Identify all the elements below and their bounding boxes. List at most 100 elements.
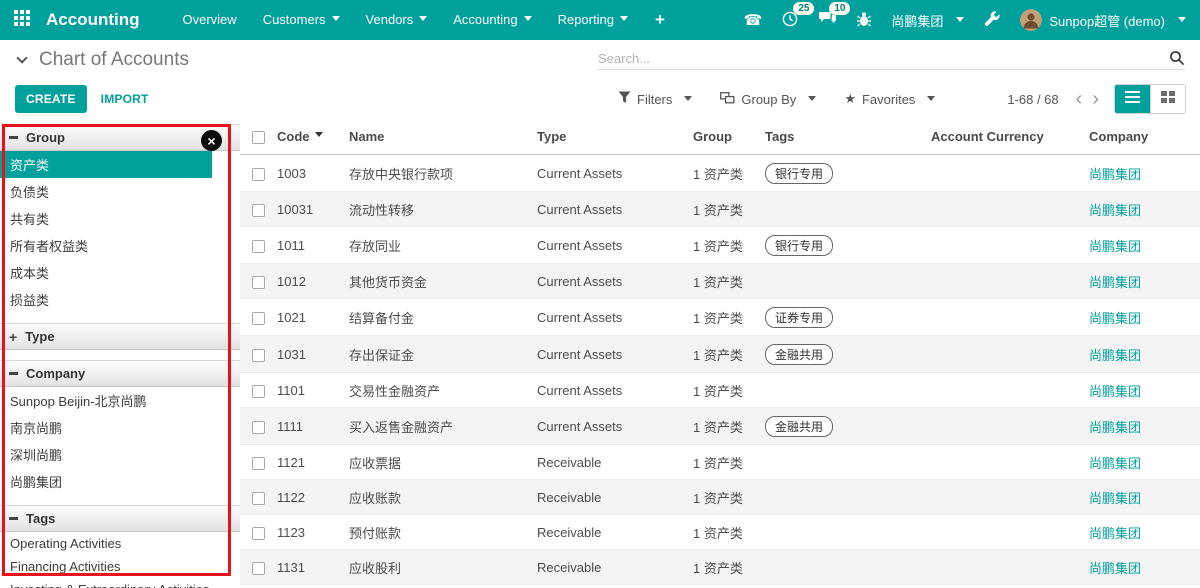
column-header-group[interactable]: Group [690,118,762,155]
table-row[interactable]: 10031流动性转移Current Assets1 资产类尚鹏集团 [240,192,1200,227]
company-link[interactable]: 尚鹏集团 [1089,348,1141,363]
company-link[interactable]: 尚鹏集团 [1089,420,1141,435]
cell-tags [762,585,928,588]
table-row[interactable]: 1003存放中央银行款项Current Assets1 资产类银行专用尚鹏集团 [240,155,1200,192]
topbar-menu-accounting[interactable]: Accounting [440,0,544,40]
group-by-button[interactable]: Group By [720,92,816,107]
company-link[interactable]: 尚鹏集团 [1089,561,1141,576]
filter-item[interactable]: Investing & Extraordinary Activities [0,578,240,588]
table-row[interactable]: 1011存放同业Current Assets1 资产类银行专用尚鹏集团 [240,227,1200,264]
filter-item[interactable]: 所有者权益类 [0,232,240,259]
company-link[interactable]: 尚鹏集团 [1089,456,1141,471]
row-checkbox[interactable] [252,312,265,325]
favorites-button[interactable]: ★ Favorites [844,91,935,107]
import-button[interactable]: IMPORT [101,92,149,106]
filter-item[interactable]: 深圳尚鹏 [0,441,240,468]
column-header-tags[interactable]: Tags [762,118,928,155]
company-link[interactable]: 尚鹏集团 [1089,491,1141,506]
company-link[interactable]: 尚鹏集团 [1089,167,1141,182]
column-header-type[interactable]: Type [534,118,690,155]
row-checkbox[interactable] [252,168,265,181]
filter-item[interactable]: 成本类 [0,259,240,286]
column-header-account-currency[interactable]: Account Currency [928,118,1086,155]
company-link[interactable]: 尚鹏集团 [1089,239,1141,254]
row-checkbox[interactable] [252,457,265,470]
topbar-menu-reporting[interactable]: Reporting [545,0,641,40]
user-menu[interactable]: Sunpop超管 (demo) [1020,9,1186,31]
table-row[interactable]: 1012其他货币资金Current Assets1 资产类尚鹏集团 [240,264,1200,299]
phone-button[interactable]: ☎ [744,13,763,28]
filter-item[interactable]: 损益类 [0,286,240,313]
cell-group: 1 资产类 [690,227,762,264]
company-link[interactable]: 尚鹏集团 [1089,526,1141,541]
chevron-down-icon[interactable] [16,52,27,63]
row-checkbox[interactable] [252,421,265,434]
table-row[interactable]: 1131应收股利Receivable1 资产类尚鹏集团 [240,550,1200,585]
filter-item[interactable]: 南京尚鹏 [0,414,240,441]
filter-section-company[interactable]: Company [0,360,240,387]
filters-button[interactable]: Filters [618,91,692,107]
filter-item[interactable]: Operating Activities [0,532,240,555]
cell-account-currency [928,550,1086,585]
filter-item[interactable]: Financing Activities [0,555,240,578]
cell-name: 其他货币资金 [346,264,534,299]
cell-account-currency [928,336,1086,373]
pager-next-button[interactable]: › [1087,89,1104,109]
column-header-name[interactable]: Name [346,118,534,155]
table-row[interactable]: 1021结算备付金Current Assets1 资产类证券专用尚鹏集团 [240,299,1200,336]
select-all-checkbox[interactable] [252,131,265,144]
company-link[interactable]: 尚鹏集团 [1089,311,1141,326]
column-header-company[interactable]: Company [1086,118,1200,155]
cell-group: 1 资产类 [690,336,762,373]
company-switcher[interactable]: 尚鹏集团 [891,11,964,30]
cell-company: 尚鹏集团 [1086,264,1200,299]
table-row[interactable]: 1111买入返售金融资产Current Assets1 资产类金融共用尚鹏集团 [240,408,1200,445]
cell-code: 1111 [274,408,346,445]
filter-item[interactable]: Sunpop Beijin-北京尚鹏 [0,387,240,414]
search-icon[interactable] [1169,50,1185,66]
kanban-view-button[interactable] [1150,85,1185,113]
tools-button[interactable] [984,11,1000,30]
table-row[interactable]: 1031存出保证金Current Assets1 资产类金融共用尚鹏集团 [240,336,1200,373]
company-link[interactable]: 尚鹏集团 [1089,203,1141,218]
debug-button[interactable] [857,11,871,30]
table-header-row: CodeNameTypeGroupTagsAccount CurrencyCom… [240,118,1200,155]
table-row[interactable]: 1123预付账款Receivable1 资产类尚鹏集团 [240,515,1200,550]
filter-item[interactable]: 尚鹏集团 [0,468,240,495]
pager-previous-button[interactable]: ‹ [1071,89,1088,109]
filter-section-type[interactable]: +Type [0,323,240,350]
company-link[interactable]: 尚鹏集团 [1089,275,1141,290]
table-row[interactable]: 1121应收票据Receivable1 资产类尚鹏集团 [240,445,1200,480]
row-checkbox[interactable] [252,276,265,289]
row-checkbox[interactable] [252,349,265,362]
list-view-button[interactable] [1115,85,1150,113]
row-checkbox[interactable] [252,385,265,398]
topbar-menu-vendors[interactable]: Vendors [353,0,441,40]
topbar-menu-customers[interactable]: Customers [250,0,353,40]
search-input[interactable] [598,51,1169,66]
filter-item[interactable]: 资产类 [0,151,212,178]
messages-button[interactable]: 10 [818,11,837,29]
company-link[interactable]: 尚鹏集团 [1089,384,1141,399]
row-checkbox[interactable] [252,562,265,575]
table-row[interactable]: 1122应收账款Receivable1 资产类尚鹏集团 [240,480,1200,515]
topbar-menu-overview[interactable]: Overview [170,0,250,40]
apps-menu-button[interactable] [0,0,44,40]
filter-item[interactable]: 负债类 [0,178,240,205]
app-title[interactable]: Accounting [46,10,140,30]
cell-account-currency [928,264,1086,299]
column-header-code[interactable]: Code [274,118,346,155]
table-row[interactable]: 1101交易性金融资产Current Assets1 资产类尚鹏集团 [240,373,1200,408]
cell-group: 1 资产类 [690,155,762,192]
row-checkbox[interactable] [252,492,265,505]
cell-group: 1 资产类 [690,264,762,299]
filter-item[interactable]: 共有类 [0,205,240,232]
create-button[interactable]: CREATE [15,85,87,113]
row-checkbox[interactable] [252,204,265,217]
filter-section-tags[interactable]: Tags [0,505,240,532]
row-checkbox[interactable] [252,527,265,540]
quick-create-button[interactable]: + [641,0,679,40]
activities-button[interactable]: 25 [782,11,798,30]
table-row[interactable]: 1132应收利息Receivable1 资产类尚鹏集团 [240,585,1200,588]
row-checkbox[interactable] [252,240,265,253]
